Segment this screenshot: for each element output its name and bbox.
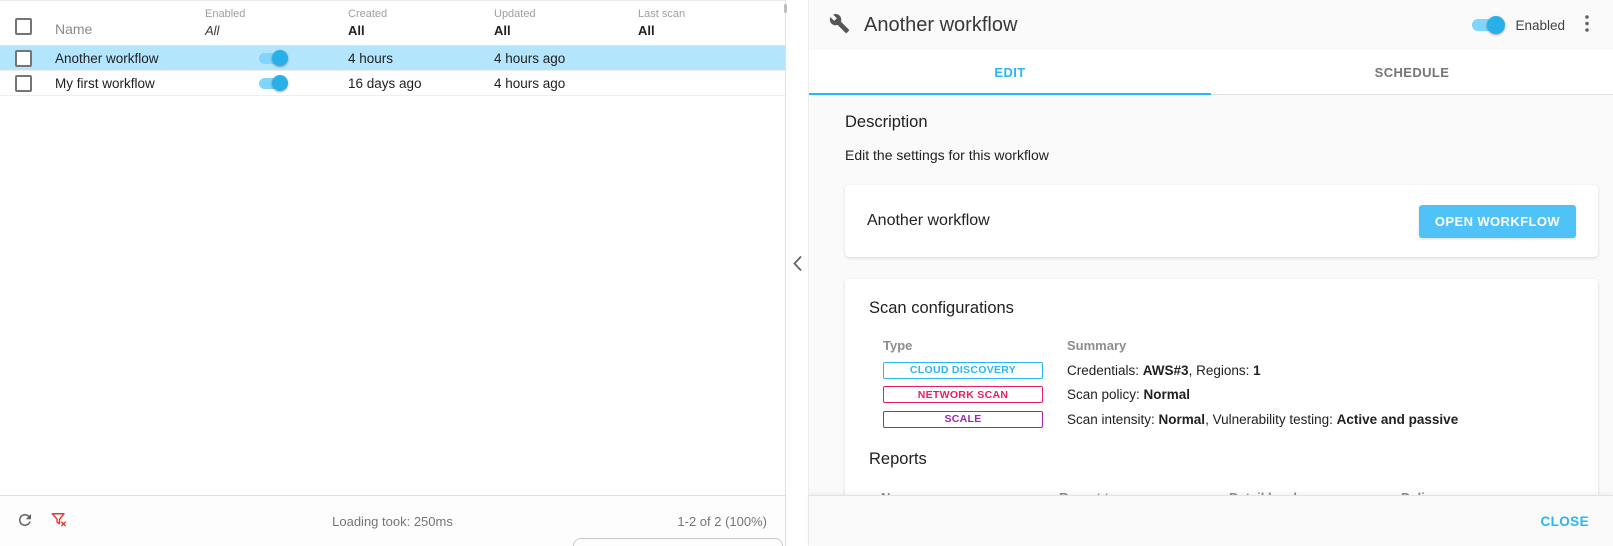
- summary-part: Active and passive: [1337, 412, 1459, 427]
- detail-title: Another workflow: [864, 14, 1479, 37]
- scan-table-header-row: Type Summary: [871, 332, 1574, 358]
- summary-part: Scan policy:: [1067, 387, 1144, 402]
- scan-type-chip: CLOUD DISCOVERY: [883, 362, 1043, 379]
- detail-tabs: EDIT SCHEDULE: [809, 50, 1613, 95]
- close-button[interactable]: CLOSE: [1540, 514, 1589, 529]
- column-label: Updated: [494, 7, 638, 21]
- toggle-knob: [272, 75, 288, 91]
- row-checkbox-cell: [0, 50, 55, 67]
- column-header-last-scan[interactable]: Last scan All: [638, 1, 785, 45]
- wrench-icon: [829, 13, 850, 37]
- summary-part: Normal: [1159, 412, 1206, 427]
- column-filter-value[interactable]: All: [348, 22, 494, 39]
- enabled-toggle[interactable]: [258, 50, 288, 66]
- workflow-enabled-toggle[interactable]: [1471, 16, 1505, 34]
- header-checkbox-cell: [0, 1, 55, 45]
- scan-col-type: Type: [871, 338, 1067, 353]
- detail-content: Description Edit the settings for this w…: [809, 95, 1613, 495]
- summary-part: , Vulnerability testing:: [1205, 412, 1337, 427]
- reports-table-header-row: Name Report type Detail level Delivery: [869, 485, 1574, 496]
- tooltip-sliver: [573, 538, 783, 546]
- kebab-menu-icon: [1585, 15, 1589, 35]
- collapse-panel-button[interactable]: [792, 256, 806, 274]
- more-options-button[interactable]: [1577, 13, 1597, 37]
- description-heading: Description: [845, 113, 1597, 132]
- toggle-knob: [272, 50, 288, 66]
- row-checkbox[interactable]: [15, 75, 32, 92]
- column-filter-value[interactable]: All: [638, 22, 785, 39]
- scan-summary: Scan intensity: Normal, Vulnerability te…: [1067, 412, 1574, 427]
- scan-configurations-card: Scan configurations Type Summary CLOUD D…: [845, 279, 1598, 495]
- enabled-label: Enabled: [1515, 18, 1565, 33]
- summary-part: Normal: [1144, 387, 1191, 402]
- workflow-detail-panel: Another workflow Enabled EDIT SCHEDULE D…: [808, 0, 1613, 546]
- scan-config-row[interactable]: NETWORK SCAN Scan policy: Normal: [871, 383, 1574, 408]
- open-workflow-button[interactable]: OPEN WORKFLOW: [1419, 205, 1576, 238]
- scan-summary: Credentials: AWS#3, Regions: 1: [1067, 363, 1574, 378]
- row-checkbox[interactable]: [15, 50, 32, 67]
- column-header-enabled[interactable]: Enabled All: [205, 1, 348, 45]
- tab-edit[interactable]: EDIT: [809, 50, 1211, 94]
- summary-part: Credentials:: [1067, 363, 1143, 378]
- scan-type-chip: NETWORK SCAN: [883, 386, 1043, 403]
- scan-type-chip: SCALE: [883, 411, 1043, 428]
- workflow-name-cell: Another workflow: [55, 51, 205, 66]
- column-header-created[interactable]: Created All: [348, 1, 494, 45]
- created-cell: 16 days ago: [348, 76, 494, 91]
- description-subtitle: Edit the settings for this workflow: [845, 147, 1597, 163]
- enabled-toggle[interactable]: [258, 75, 288, 91]
- scan-config-row[interactable]: SCALE Scan intensity: Normal, Vulnerabil…: [871, 407, 1574, 432]
- updated-cell: 4 hours ago: [494, 76, 638, 91]
- scan-col-summary: Summary: [1067, 338, 1574, 353]
- workflow-card-name: Another workflow: [867, 212, 1419, 230]
- scan-configurations-heading: Scan configurations: [869, 299, 1574, 318]
- panel-divider-gutter: [787, 0, 808, 546]
- column-label: Enabled: [205, 7, 348, 21]
- summary-part: 1: [1253, 363, 1261, 378]
- table-header-row: Name Enabled All Created All Updated All…: [0, 0, 785, 46]
- table-empty-area: [0, 96, 785, 495]
- column-filter-value[interactable]: All: [494, 22, 638, 39]
- toggle-knob: [1487, 16, 1505, 34]
- column-label: Created: [348, 7, 494, 21]
- row-checkbox-cell: [0, 75, 55, 92]
- scan-config-row[interactable]: CLOUD DISCOVERY Credentials: AWS#3, Regi…: [871, 358, 1574, 383]
- loading-status: Loading took: 250ms: [0, 514, 785, 529]
- scan-summary: Scan policy: Normal: [1067, 387, 1574, 402]
- pagination-range: 1-2 of 2 (100%): [677, 514, 767, 529]
- tab-schedule[interactable]: SCHEDULE: [1211, 50, 1613, 94]
- detail-header: Another workflow Enabled: [809, 0, 1613, 50]
- column-filter-value[interactable]: All: [205, 22, 348, 39]
- summary-part: , Regions:: [1189, 363, 1254, 378]
- workflow-list-panel: Name Enabled All Created All Updated All…: [0, 0, 786, 546]
- summary-part: AWS#3: [1143, 363, 1189, 378]
- workflow-name-cell: My first workflow: [55, 76, 205, 91]
- table-row[interactable]: My first workflow 16 days ago 4 hours ag…: [0, 71, 785, 96]
- updated-cell: 4 hours ago: [494, 51, 638, 66]
- summary-part: Scan intensity:: [1067, 412, 1159, 427]
- scan-configurations-table: Type Summary CLOUD DISCOVERY Credentials…: [871, 332, 1574, 432]
- reports-heading: Reports: [869, 450, 1574, 469]
- column-header-name[interactable]: Name: [55, 1, 205, 45]
- column-label: Last scan: [638, 7, 785, 21]
- column-header-updated[interactable]: Updated All: [494, 1, 638, 45]
- column-label: Name: [55, 22, 205, 36]
- table-row[interactable]: Another workflow 4 hours 4 hours ago: [0, 46, 785, 71]
- workflow-card: Another workflow OPEN WORKFLOW: [845, 185, 1598, 257]
- chevron-left-icon: [792, 255, 803, 275]
- select-all-checkbox[interactable]: [15, 18, 32, 35]
- detail-footer: CLOSE: [809, 495, 1613, 546]
- created-cell: 4 hours: [348, 51, 494, 66]
